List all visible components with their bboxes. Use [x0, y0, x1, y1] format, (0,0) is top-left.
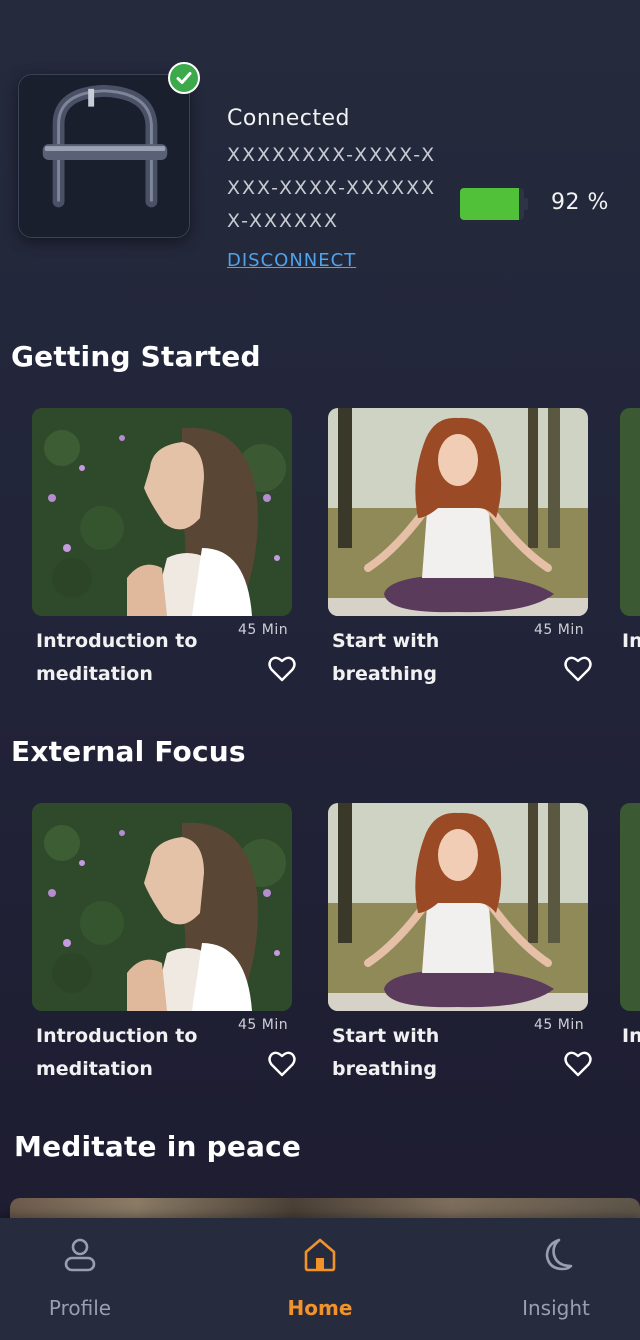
session-card[interactable]: Introduction to meditation 45 Min [32, 803, 312, 1093]
session-image [328, 408, 588, 616]
favorite-heart-icon[interactable] [564, 1051, 592, 1077]
battery-level [460, 188, 519, 220]
battery-percent: 92 % [551, 190, 609, 215]
section-title-getting-started: Getting Started [11, 340, 261, 373]
session-image [32, 408, 292, 616]
section-title-meditate-in-peace: Meditate in peace [14, 1130, 302, 1163]
battery-indicator [460, 188, 528, 220]
session-duration: 45 Min [238, 1017, 289, 1033]
nav-label-insight: Insight [522, 1296, 590, 1320]
session-title: Start with breathing [332, 1025, 440, 1080]
connected-check-icon [168, 62, 200, 94]
section-title-external-focus: External Focus [11, 735, 246, 768]
nav-item-insight[interactable]: Insight [476, 1236, 636, 1336]
nav-item-profile[interactable]: Profile [0, 1236, 160, 1336]
carousel-external-focus[interactable]: Introduction to meditation 45 Min Start … [0, 803, 640, 1093]
nav-item-home[interactable]: Home [240, 1236, 400, 1336]
session-card[interactable]: Introduction to meditation 45 Min [32, 408, 312, 698]
session-title: In m [622, 1025, 640, 1047]
favorite-heart-icon[interactable] [268, 1051, 296, 1077]
session-title: In m [622, 630, 640, 652]
favorite-heart-icon[interactable] [268, 656, 296, 682]
home-icon [304, 1238, 336, 1272]
session-image [328, 803, 588, 1011]
device-image [18, 74, 190, 238]
connection-status: Connected [227, 106, 350, 131]
bottom-navigation: Profile Home Insight [0, 1218, 640, 1340]
session-card-partial[interactable]: In m [620, 803, 640, 1093]
device-status: Connected XXXXXXXX-XXXX-XXXX-XXXX-XXXXXX… [227, 106, 447, 271]
session-image [32, 803, 292, 1011]
carousel-getting-started[interactable]: Introduction to meditation 45 Min Start … [0, 408, 640, 698]
nav-label-profile: Profile [48, 1296, 112, 1320]
session-image [620, 408, 640, 616]
session-card[interactable]: Start with breathing 45 Min [328, 408, 608, 698]
device-id: XXXXXXXX-XXXX-XXXX-XXXX-XXXXXXX-XXXXXX [227, 144, 437, 232]
disconnect-button[interactable]: DISCONNECT [227, 250, 356, 271]
session-title: Introduction to meditation [36, 630, 198, 685]
nav-label-home: Home [287, 1296, 353, 1320]
session-duration: 45 Min [238, 622, 289, 638]
session-title: Start with breathing [332, 630, 440, 685]
session-card[interactable]: Start with breathing 45 Min [328, 803, 608, 1093]
favorite-heart-icon[interactable] [564, 656, 592, 682]
user-icon [64, 1238, 96, 1272]
session-title: Introduction to meditation [36, 1025, 198, 1080]
session-duration: 45 Min [534, 1017, 585, 1033]
session-image [620, 803, 640, 1011]
session-duration: 45 Min [534, 622, 585, 638]
session-card-partial[interactable]: In m [620, 408, 640, 698]
moon-icon [545, 1238, 573, 1271]
